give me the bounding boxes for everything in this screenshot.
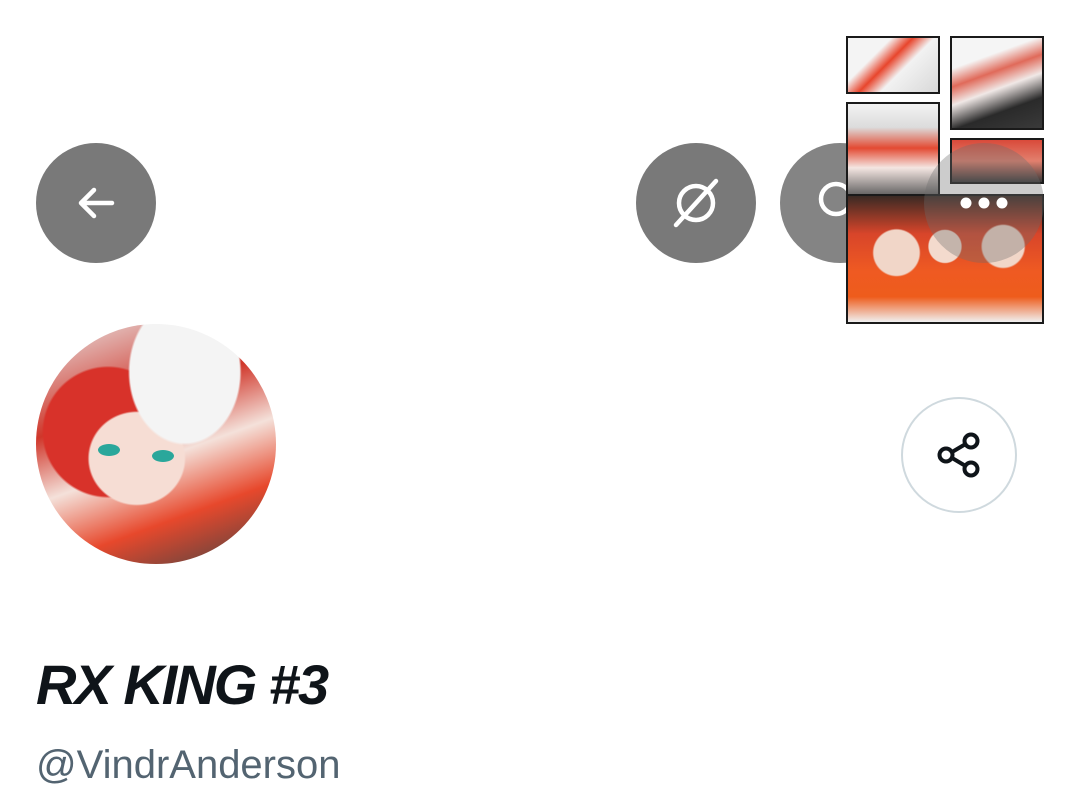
link-button[interactable] bbox=[636, 143, 756, 263]
arrow-left-icon bbox=[78, 187, 115, 219]
collage-tile bbox=[846, 36, 940, 94]
avatar-detail bbox=[152, 450, 174, 462]
display-name: RX KING #3 bbox=[36, 653, 329, 716]
more-button[interactable] bbox=[924, 143, 1044, 263]
avatar-detail bbox=[98, 444, 120, 456]
user-handle: @VindrAnderson bbox=[36, 743, 341, 787]
more-horizontal-icon bbox=[960, 197, 1008, 209]
back-button[interactable] bbox=[36, 143, 156, 263]
avatar[interactable] bbox=[36, 324, 276, 564]
collage-tile: 48 bbox=[950, 36, 1044, 130]
share-icon bbox=[937, 432, 980, 478]
no-link-icon bbox=[673, 178, 719, 228]
share-button[interactable] bbox=[901, 397, 1017, 513]
